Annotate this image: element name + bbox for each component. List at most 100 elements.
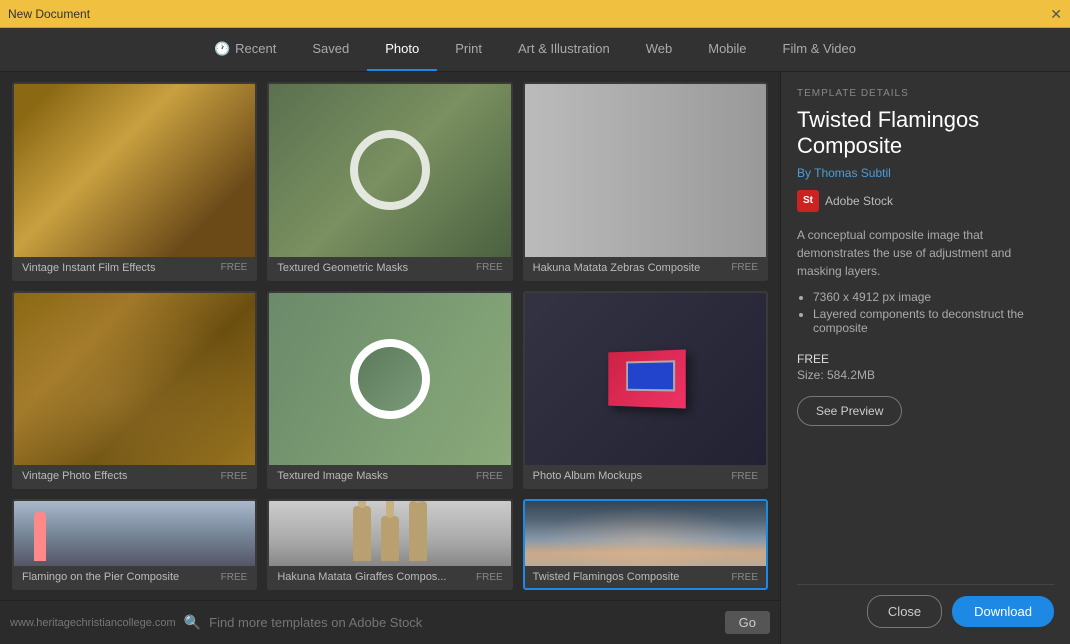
tab-web[interactable]: Web	[628, 28, 691, 71]
search-go-button[interactable]: Go	[725, 611, 770, 634]
tab-print[interactable]: Print	[437, 28, 500, 71]
twisted-flamingos-thumbnail	[525, 501, 766, 566]
card-badge: FREE	[731, 572, 758, 583]
template-description: A conceptual composite image that demons…	[797, 226, 1054, 280]
tab-saved[interactable]: Saved	[294, 28, 367, 71]
tab-mobile[interactable]: Mobile	[690, 28, 764, 71]
panel-actions: Close Download	[797, 584, 1054, 628]
photo-album-thumbnail	[525, 293, 766, 466]
template-price-label: FREE	[797, 352, 1054, 366]
template-card-flamingo-pier[interactable]: Flamingo on the Pier Composite FREE	[12, 499, 257, 590]
card-footer: Hakuna Matata Zebras Composite FREE	[525, 257, 766, 279]
card-image	[269, 84, 510, 257]
textured-image-thumbnail	[269, 293, 510, 466]
template-grid: Vintage Instant Film Effects FREE Textur…	[0, 72, 780, 600]
giraffes-thumbnail	[269, 501, 510, 566]
textured-geo-thumbnail	[269, 84, 510, 257]
template-card-textured-image[interactable]: Textured Image Masks FREE	[267, 291, 512, 490]
see-preview-button[interactable]: See Preview	[797, 396, 902, 426]
main-content: Vintage Instant Film Effects FREE Textur…	[0, 72, 1070, 644]
card-badge: FREE	[221, 262, 248, 273]
title-bar-text: New Document	[8, 7, 90, 21]
search-icon: 🔍	[184, 614, 201, 631]
right-panel: TEMPLATE DETAILS Twisted Flamingos Compo…	[780, 72, 1070, 644]
card-badge: FREE	[731, 262, 758, 273]
template-card-vintage-photo[interactable]: Vintage Photo Effects FREE	[12, 291, 257, 490]
template-card-hakuna-zebra[interactable]: Hakuna Matata Zebras Composite FREE	[523, 82, 768, 281]
card-title: Flamingo on the Pier Composite	[22, 571, 179, 583]
card-title: Hakuna Matata Giraffes Compos...	[277, 571, 446, 583]
tab-art-illustration[interactable]: Art & Illustration	[500, 28, 628, 71]
nav-tabs: 🕐 Recent Saved Photo Print Art & Illustr…	[0, 28, 1070, 72]
card-badge: FREE	[221, 572, 248, 583]
circle-art	[350, 339, 430, 419]
card-footer: Vintage Photo Effects FREE	[14, 465, 255, 487]
search-input[interactable]	[209, 615, 717, 630]
tab-film-video[interactable]: Film & Video	[765, 28, 874, 71]
template-card-twisted-flamingos[interactable]: Twisted Flamingos Composite FREE	[523, 499, 768, 590]
card-image	[525, 501, 766, 566]
card-badge: FREE	[476, 471, 503, 482]
giraffe-neck-2	[386, 501, 394, 518]
template-card-textured-geo[interactable]: Textured Geometric Masks FREE	[267, 82, 512, 281]
close-window-button[interactable]: ✕	[1050, 7, 1062, 21]
card-badge: FREE	[476, 262, 503, 273]
template-card-vintage-film[interactable]: Vintage Instant Film Effects FREE	[12, 82, 257, 281]
card-footer: Hakuna Matata Giraffes Compos... FREE	[269, 566, 510, 588]
giraffe-3	[409, 501, 427, 561]
card-image	[269, 293, 510, 466]
card-image	[14, 293, 255, 466]
adobe-stock-row: St Adobe Stock	[797, 190, 1054, 212]
card-footer: Flamingo on the Pier Composite FREE	[14, 566, 255, 588]
card-image	[14, 84, 255, 257]
template-author: By Thomas Subtil	[797, 166, 1054, 180]
card-title: Textured Geometric Masks	[277, 262, 408, 274]
giraffe-2	[381, 516, 399, 561]
template-details-label: TEMPLATE DETAILS	[797, 88, 1054, 99]
vintage-photo-thumbnail	[14, 293, 255, 466]
album-art	[609, 349, 686, 408]
close-dialog-button[interactable]: Close	[867, 595, 942, 628]
download-button[interactable]: Download	[952, 596, 1054, 627]
card-title: Photo Album Mockups	[533, 470, 642, 482]
author-prefix: By	[797, 166, 814, 180]
card-title: Vintage Instant Film Effects	[22, 262, 156, 274]
adobe-stock-icon: St	[797, 190, 819, 212]
giraffe-1	[353, 506, 371, 561]
title-bar: New Document ✕	[0, 0, 1070, 28]
feature-item: Layered components to deconstruct the co…	[813, 307, 1054, 335]
flamingo-pier-thumbnail	[14, 501, 255, 566]
card-image	[525, 293, 766, 466]
template-title: Twisted Flamingos Composite	[797, 107, 1054, 160]
search-bar: www.heritagechristiancollege.com 🔍 Go	[0, 600, 780, 644]
card-footer: Textured Geometric Masks FREE	[269, 257, 510, 279]
card-badge: FREE	[221, 471, 248, 482]
grid-area: Vintage Instant Film Effects FREE Textur…	[0, 72, 780, 644]
tab-photo[interactable]: Photo	[367, 28, 437, 71]
card-image	[14, 501, 255, 566]
card-footer: Textured Image Masks FREE	[269, 465, 510, 487]
flamingo-art	[34, 511, 46, 561]
adobe-stock-label: Adobe Stock	[825, 194, 893, 208]
card-footer: Twisted Flamingos Composite FREE	[525, 566, 766, 588]
giraffe-neck-1	[358, 501, 366, 508]
card-badge: FREE	[731, 471, 758, 482]
template-card-photo-album[interactable]: Photo Album Mockups FREE	[523, 291, 768, 490]
card-footer: Vintage Instant Film Effects FREE	[14, 257, 255, 279]
feature-item: 7360 x 4912 px image	[813, 290, 1054, 304]
card-image	[525, 84, 766, 257]
hakuna-zebra-thumbnail	[525, 84, 766, 257]
tab-recent[interactable]: 🕐 Recent	[196, 28, 294, 71]
card-badge: FREE	[476, 572, 503, 583]
template-features: 7360 x 4912 px image Layered components …	[797, 290, 1054, 338]
author-name: Thomas Subtil	[814, 166, 891, 180]
vintage-film-thumbnail	[14, 84, 255, 257]
card-image	[269, 501, 510, 566]
search-url: www.heritagechristiancollege.com	[10, 617, 176, 629]
card-title: Textured Image Masks	[277, 470, 388, 482]
card-footer: Photo Album Mockups FREE	[525, 465, 766, 487]
card-title: Vintage Photo Effects	[22, 470, 127, 482]
template-card-hakuna-giraffe[interactable]: Hakuna Matata Giraffes Compos... FREE	[267, 499, 512, 590]
card-title: Hakuna Matata Zebras Composite	[533, 262, 701, 274]
giraffe-neck-3	[414, 501, 422, 503]
